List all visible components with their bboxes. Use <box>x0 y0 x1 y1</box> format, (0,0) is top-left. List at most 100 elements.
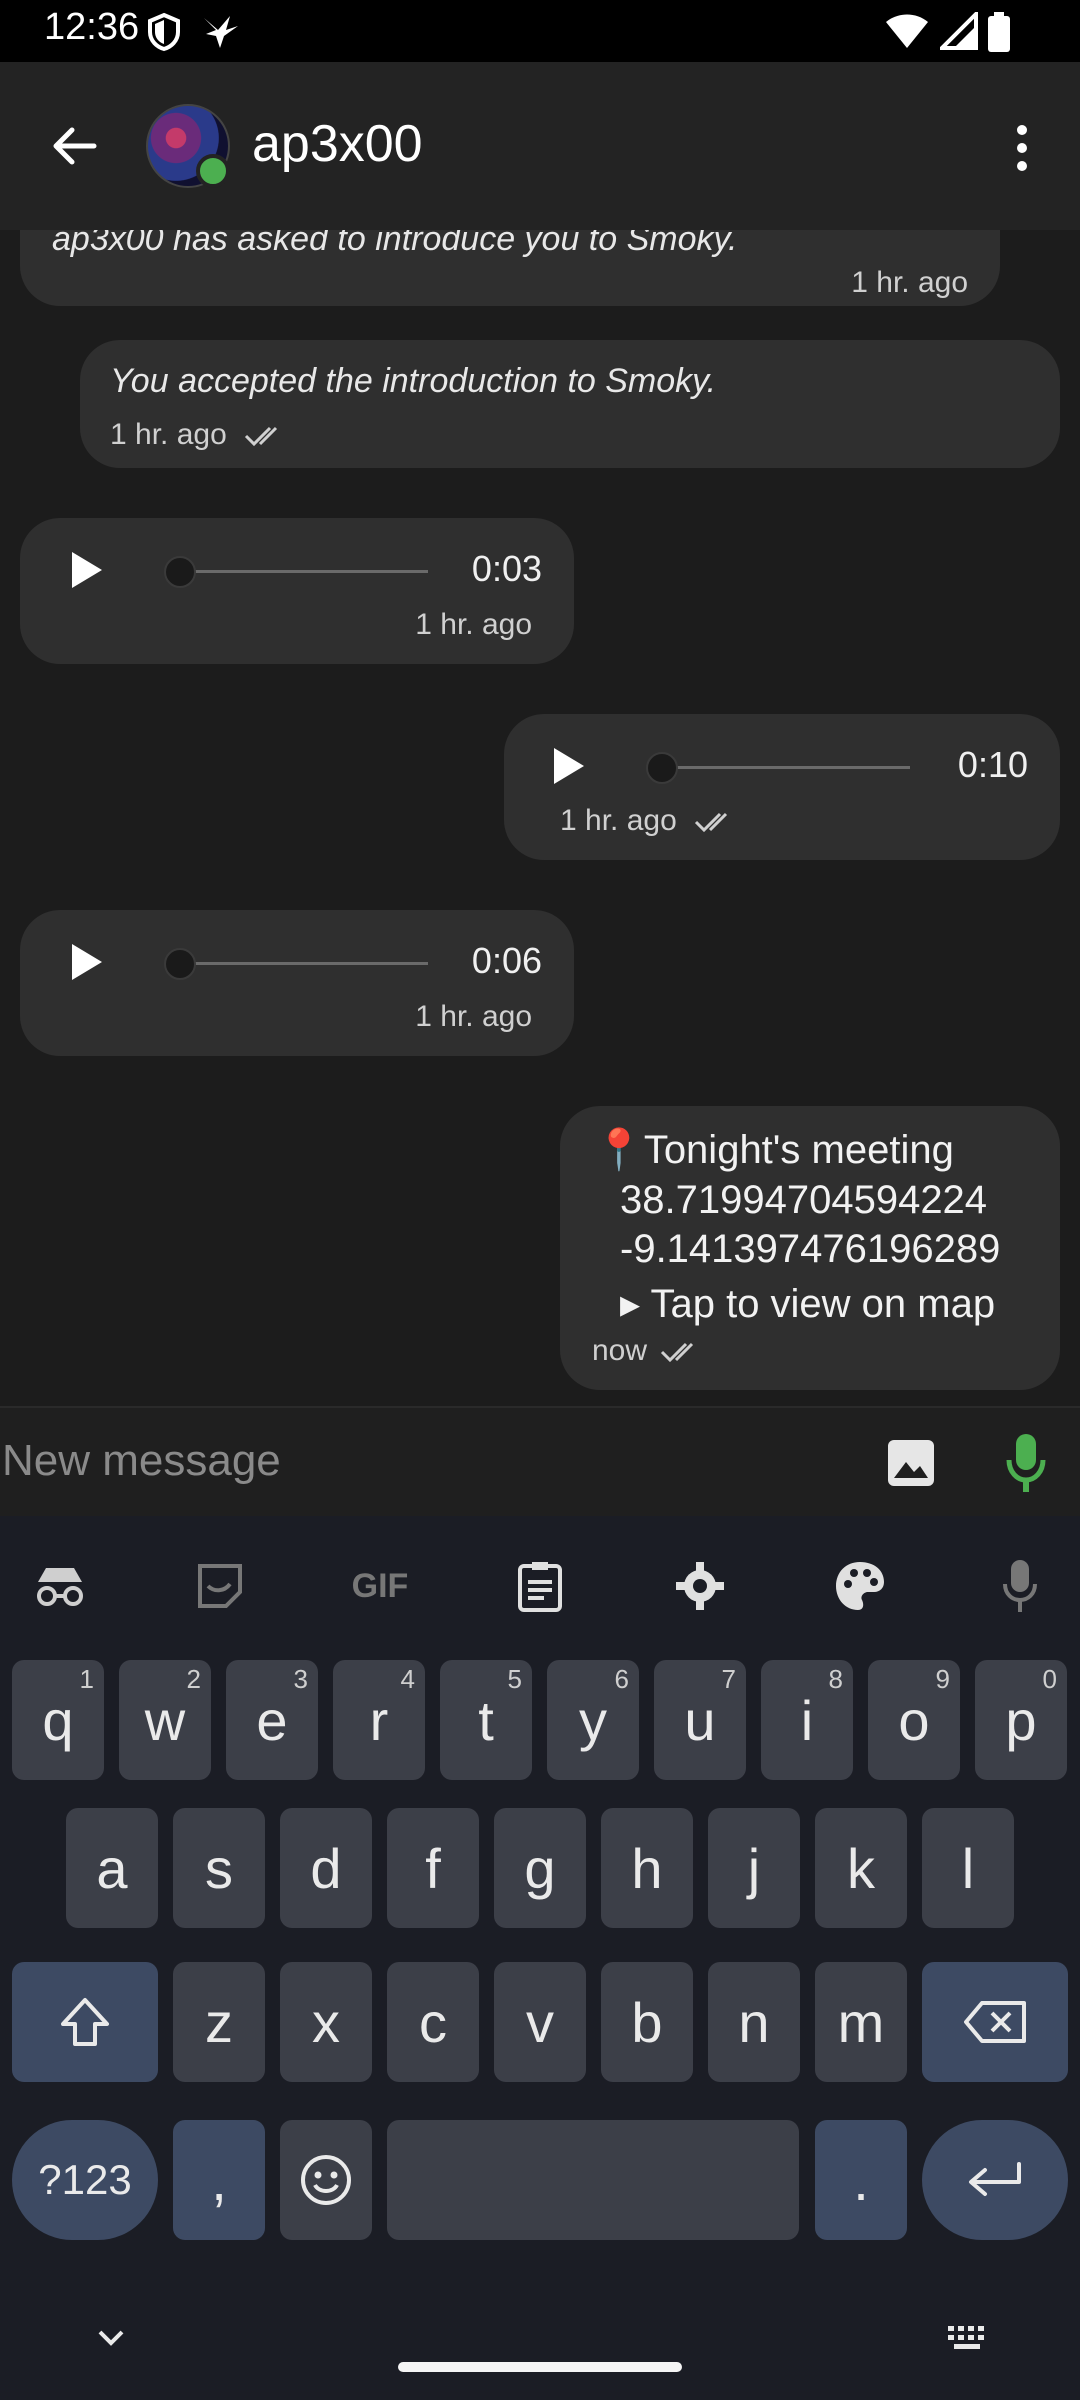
message-bubble[interactable]: ap3x00 has asked to introduce you to Smo… <box>20 230 1000 306</box>
audio-message[interactable]: 0:10 1 hr. ago <box>504 714 1060 860</box>
key-y[interactable]: y6 <box>547 1660 639 1780</box>
key-k[interactable]: k <box>815 1808 907 1928</box>
play-icon[interactable] <box>72 552 102 588</box>
audio-progress-knob[interactable] <box>164 948 196 980</box>
play-icon[interactable] <box>72 944 102 980</box>
message-text: ap3x00 has asked to introduce you to Smo… <box>52 230 738 258</box>
key-g[interactable]: g <box>494 1808 586 1928</box>
image-icon[interactable] <box>886 1438 936 1488</box>
audio-progress-knob[interactable] <box>646 752 678 784</box>
message-input[interactable]: New message <box>2 1436 281 1486</box>
audio-message[interactable]: 0:06 1 hr. ago <box>20 910 574 1056</box>
microphone-icon[interactable] <box>980 1546 1060 1626</box>
key-j[interactable]: j <box>708 1808 800 1928</box>
wifi-icon <box>886 14 928 48</box>
key-d[interactable]: d <box>280 1808 372 1928</box>
comma-key[interactable]: , <box>173 2120 265 2240</box>
message-time: 1 hr. ago <box>415 608 532 641</box>
key-u[interactable]: u7 <box>654 1660 746 1780</box>
key-o[interactable]: o9 <box>868 1660 960 1780</box>
palette-icon[interactable] <box>820 1546 900 1626</box>
message-text: You accepted the introduction to Smoky. <box>110 362 717 400</box>
audio-duration: 0:06 <box>471 940 542 981</box>
location-longitude: -9.141397476196289 <box>620 1227 1001 1271</box>
map-pin-icon: 📍 <box>594 1128 644 1172</box>
status-bar: 12:36 <box>0 0 1080 62</box>
key-h[interactable]: h <box>601 1808 693 1928</box>
period-key[interactable]: . <box>815 2120 907 2240</box>
space-key[interactable] <box>387 2120 799 2240</box>
key-s[interactable]: s <box>173 1808 265 1928</box>
app-bar: ap3x00 <box>0 62 1080 230</box>
more-vertical-icon[interactable] <box>1008 122 1036 174</box>
audio-progress[interactable] <box>178 570 428 573</box>
key-r[interactable]: r4 <box>333 1660 425 1780</box>
key-e[interactable]: e3 <box>226 1660 318 1780</box>
audio-duration: 0:10 <box>957 744 1028 785</box>
key-a[interactable]: a <box>66 1808 158 1928</box>
key-f[interactable]: f <box>387 1808 479 1928</box>
message-bubble[interactable]: You accepted the introduction to Smoky. … <box>80 340 1060 468</box>
location-label: 📍Tonight's meeting <box>594 1128 954 1172</box>
emoji-key[interactable] <box>280 2120 372 2240</box>
keyboard-switch-icon[interactable] <box>946 2324 990 2352</box>
view-on-map-link[interactable]: ▸ Tap to view on map <box>620 1280 995 1329</box>
key-x[interactable]: x <box>280 1962 372 2082</box>
key-n[interactable]: n <box>708 1962 800 2082</box>
message-time: 1 hr. ago <box>415 1000 532 1033</box>
battery-icon <box>988 12 1010 52</box>
settings-icon[interactable] <box>660 1546 740 1626</box>
location-latitude: 38.71994704594224 <box>620 1178 988 1222</box>
key-q[interactable]: q1 <box>12 1660 104 1780</box>
key-c[interactable]: c <box>387 1962 479 2082</box>
message-time: 1 hr. ago <box>110 418 227 451</box>
chevron-down-icon[interactable] <box>96 2328 126 2348</box>
audio-message[interactable]: 0:03 1 hr. ago <box>20 518 574 664</box>
microphone-icon[interactable] <box>1006 1432 1046 1494</box>
contact-name[interactable]: ap3x00 <box>252 114 423 174</box>
key-t[interactable]: t5 <box>440 1660 532 1780</box>
read-check-icon <box>244 426 278 447</box>
location-message[interactable]: 📍Tonight's meeting 38.71994704594224 -9.… <box>560 1106 1060 1390</box>
symbols-key[interactable]: ?123 <box>12 2120 158 2240</box>
key-v[interactable]: v <box>494 1962 586 2082</box>
home-handle[interactable] <box>398 2362 682 2372</box>
audio-duration: 0:03 <box>471 548 542 589</box>
key-b[interactable]: b <box>601 1962 693 2082</box>
keyboard: GIF q1 w2 e3 r4 t5 y6 u7 i8 o9 p0 a s d … <box>0 1516 1080 2400</box>
key-w[interactable]: w2 <box>119 1660 211 1780</box>
shield-icon <box>148 12 180 52</box>
message-time: 1 hr. ago <box>851 266 968 299</box>
backspace-icon <box>964 2001 1026 2043</box>
audio-progress[interactable] <box>660 766 910 769</box>
sticker-icon[interactable] <box>180 1546 260 1626</box>
audio-progress-knob[interactable] <box>164 556 196 588</box>
arrow-left-icon[interactable] <box>48 120 100 172</box>
message-time: 1 hr. ago <box>560 804 677 837</box>
read-check-icon <box>660 1342 694 1363</box>
message-list[interactable]: ap3x00 has asked to introduce you to Smo… <box>0 230 1080 1406</box>
enter-icon <box>969 2162 1021 2196</box>
key-z[interactable]: z <box>173 1962 265 2082</box>
navigation-bar <box>0 2290 1080 2400</box>
key-l[interactable]: l <box>922 1808 1014 1928</box>
emoji-icon <box>301 2155 351 2205</box>
key-p[interactable]: p0 <box>975 1660 1067 1780</box>
key-m[interactable]: m <box>815 1962 907 2082</box>
shift-icon <box>61 1998 109 2046</box>
bird-icon <box>204 16 238 48</box>
shift-key[interactable] <box>12 1962 158 2082</box>
backspace-key[interactable] <box>922 1962 1068 2082</box>
clipboard-icon[interactable] <box>500 1546 580 1626</box>
audio-progress[interactable] <box>178 962 428 965</box>
gif-icon[interactable]: GIF <box>340 1546 420 1626</box>
online-indicator <box>196 154 230 188</box>
key-i[interactable]: i8 <box>761 1660 853 1780</box>
message-time: now <box>592 1334 648 1367</box>
enter-key[interactable] <box>922 2120 1068 2240</box>
clock: 12:36 <box>44 6 140 48</box>
play-icon[interactable] <box>554 748 584 784</box>
message-input-bar: New message <box>0 1406 1080 1518</box>
signal-icon <box>940 12 978 50</box>
incognito-icon[interactable] <box>20 1546 100 1626</box>
